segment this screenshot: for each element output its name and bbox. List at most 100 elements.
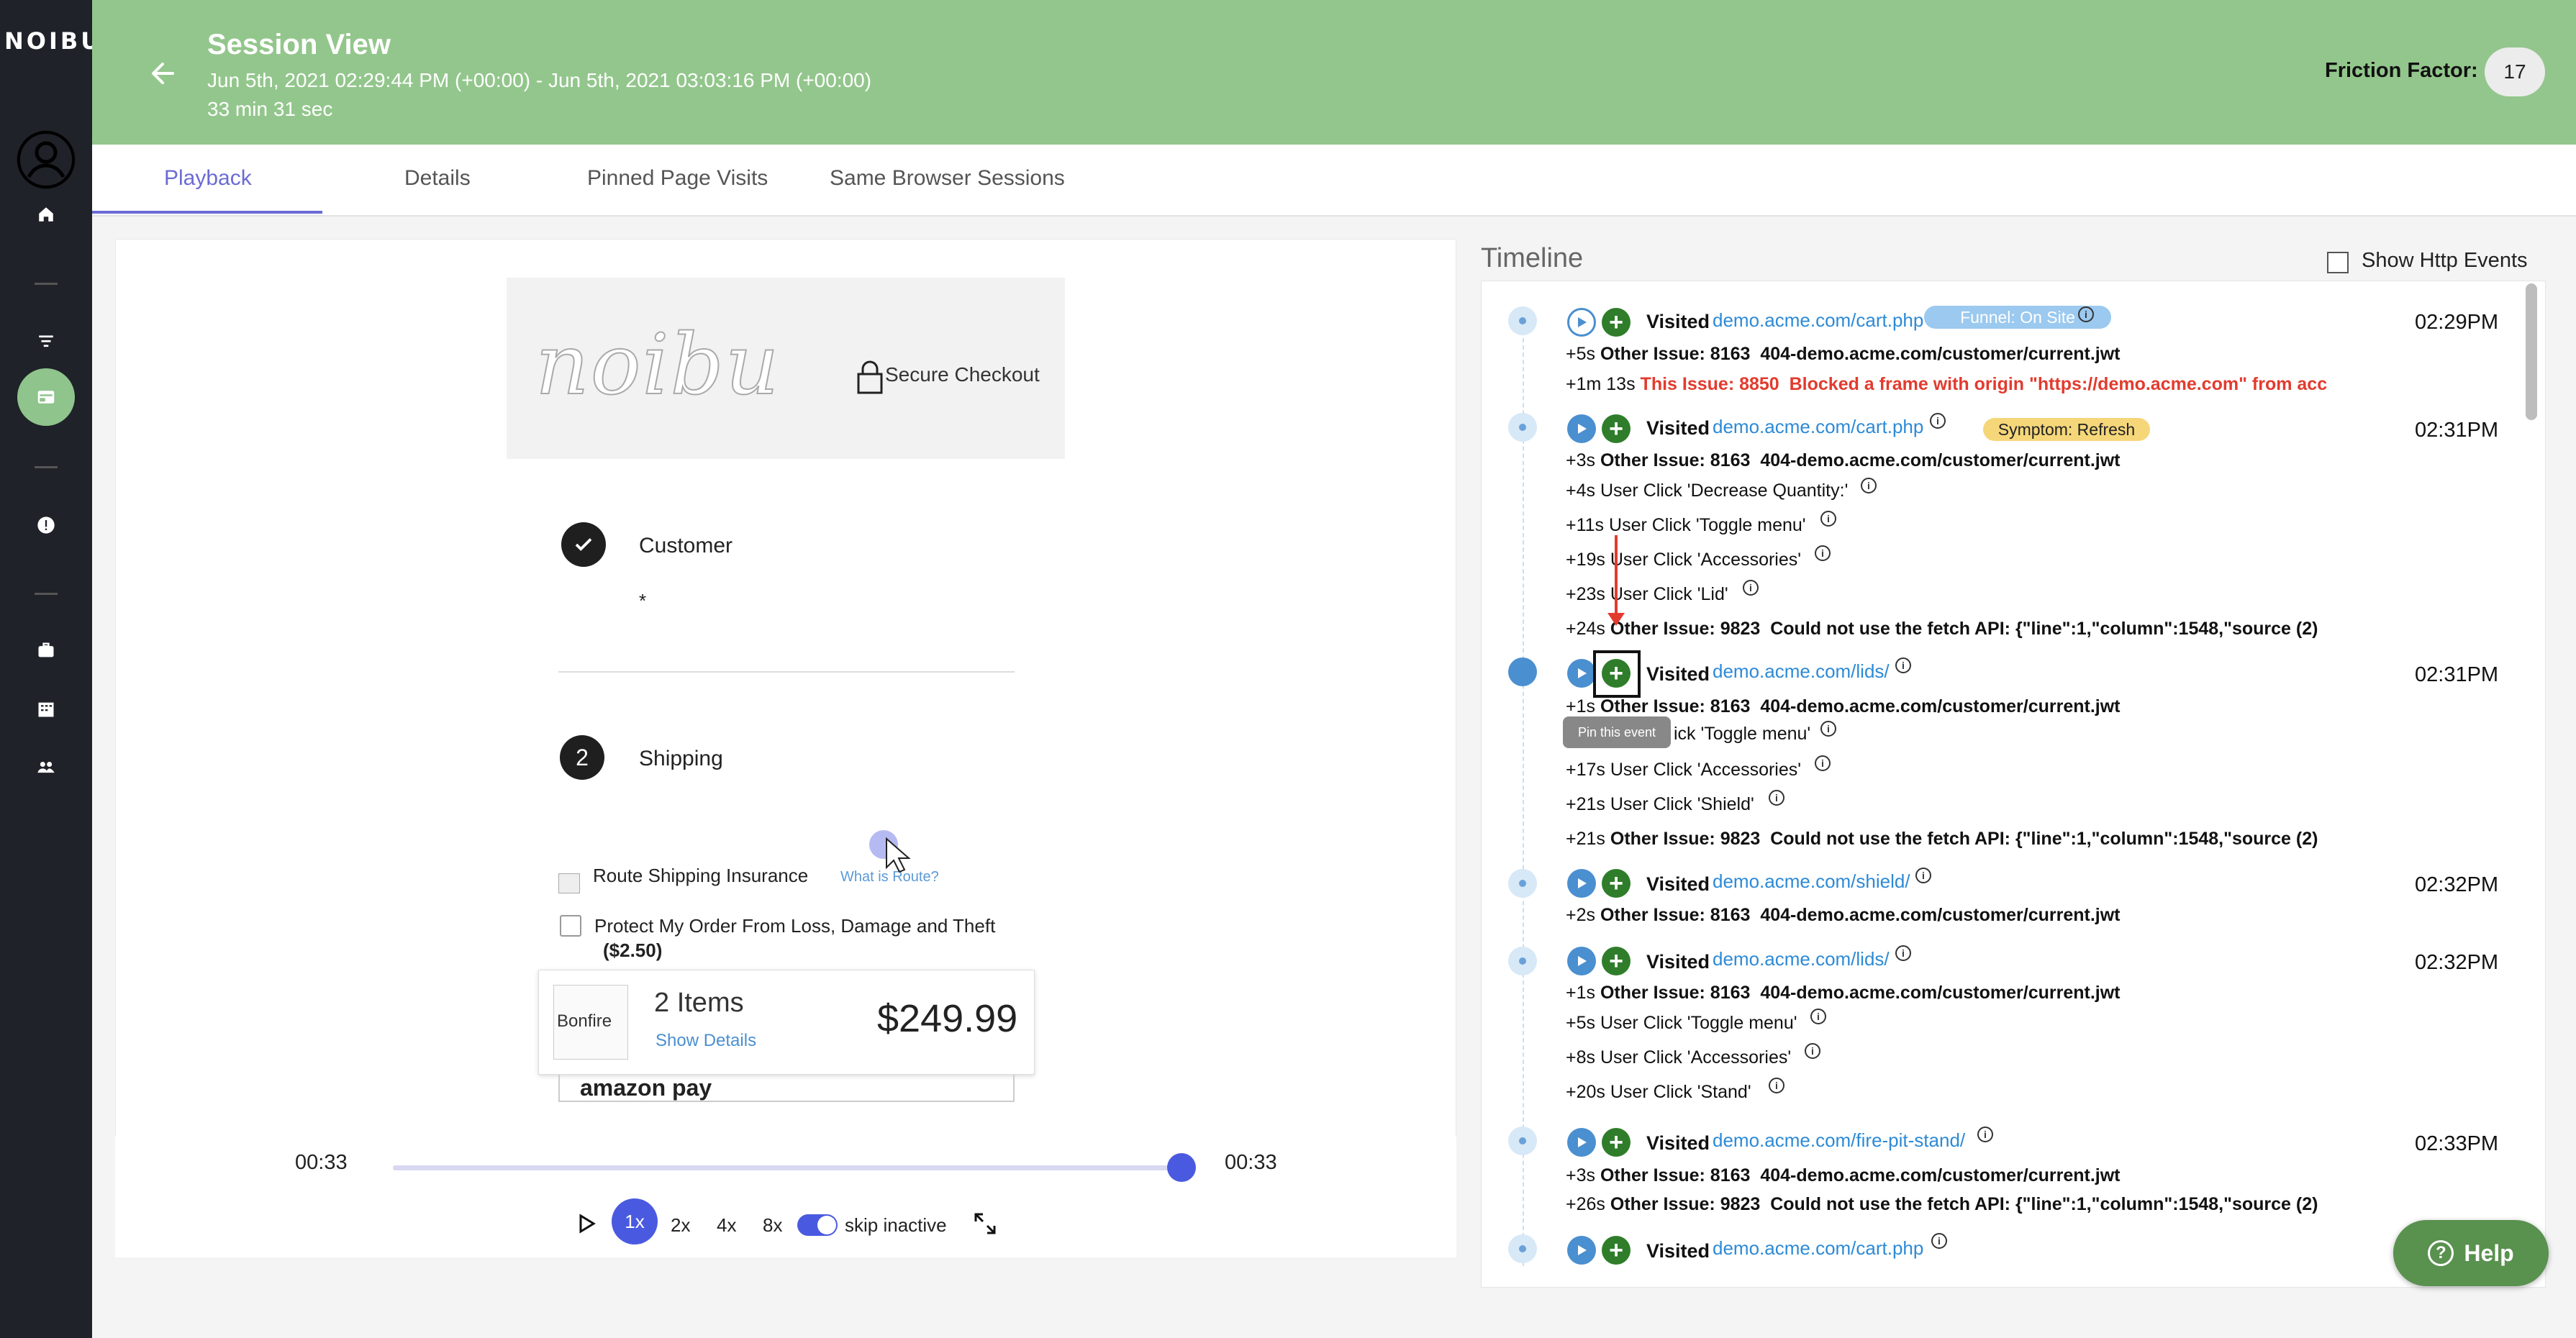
progress-track[interactable] <box>393 1153 1196 1182</box>
info-icon[interactable]: i <box>1895 945 1911 961</box>
info-icon[interactable]: i <box>1805 1043 1820 1059</box>
building-icon[interactable] <box>29 692 63 727</box>
info-icon[interactable]: i <box>2078 306 2094 322</box>
back-arrow-icon[interactable] <box>141 52 184 95</box>
home-icon[interactable] <box>29 197 63 232</box>
speed-8x-button[interactable]: 8x <box>763 1214 782 1237</box>
visited-url[interactable]: demo.acme.com/shield/ <box>1713 870 1910 893</box>
info-icon[interactable]: i <box>1977 1127 1993 1142</box>
info-icon[interactable]: i <box>1930 413 1946 429</box>
show-http-events-checkbox[interactable] <box>2327 252 2349 273</box>
event-offset: +21s <box>1566 794 1605 814</box>
event-text: User Click 'Lid' <box>1610 584 1728 604</box>
protect-order-checkbox[interactable] <box>560 915 581 937</box>
tab-playback[interactable]: Playback <box>164 166 252 191</box>
timeline-dot <box>1508 869 1537 898</box>
briefcase-icon[interactable] <box>29 633 63 668</box>
visited-url[interactable]: demo.acme.com/cart.php <box>1713 309 1923 332</box>
speed-1x-button[interactable]: 1x <box>612 1198 658 1244</box>
show-details-link[interactable]: Show Details <box>656 1031 756 1051</box>
event-row[interactable]: +2s Other Issue: 8163 404-demo.acme.com/… <box>1566 905 2120 926</box>
info-icon[interactable]: i <box>1895 657 1911 673</box>
pin-event-plus-icon[interactable]: + <box>1602 414 1631 443</box>
event-kind: Other Issue: 8163 <box>1600 983 1751 1003</box>
play-icon[interactable] <box>576 1213 597 1234</box>
info-icon[interactable]: i <box>1810 1009 1826 1024</box>
info-icon[interactable]: i <box>1931 1233 1947 1249</box>
filter-icon[interactable] <box>29 324 63 358</box>
visited-url[interactable]: demo.acme.com/fire-pit-stand/ <box>1713 1129 1965 1152</box>
event-row[interactable]: +11s User Click 'Toggle menu' <box>1566 515 1806 536</box>
event-row[interactable]: +17s User Click 'Accessories' <box>1566 760 1801 780</box>
event-row[interactable]: +26s Other Issue: 9823 Could not use the… <box>1566 1194 2318 1215</box>
info-icon[interactable]: i <box>1815 545 1831 561</box>
active-tab-indicator <box>92 211 322 214</box>
event-row[interactable]: +4s User Click 'Decrease Quantity:' <box>1566 481 1848 501</box>
pin-event-plus-icon[interactable]: + <box>1602 308 1631 337</box>
replay-play-icon[interactable] <box>1567 869 1596 898</box>
event-row[interactable]: +3s Other Issue: 8163 404-demo.acme.com/… <box>1566 1165 2120 1186</box>
event-text: Blocked a frame with origin "https://dem… <box>1789 374 2328 394</box>
event-row[interactable]: +1s Other Issue: 8163 404-demo.acme.com/… <box>1566 696 2120 717</box>
replay-play-icon[interactable] <box>1567 947 1596 975</box>
replay-play-icon[interactable] <box>1567 1128 1596 1157</box>
replay-play-icon[interactable] <box>1567 1236 1596 1265</box>
info-icon[interactable]: i <box>1915 868 1931 883</box>
timeline-title: Timeline <box>1481 243 1584 273</box>
symptom-badge: Symptom: Refresh <box>1983 418 2150 441</box>
progress-handle[interactable] <box>1167 1153 1196 1182</box>
info-icon[interactable]: i <box>1820 721 1836 737</box>
event-row[interactable]: +1s Other Issue: 8163 404-demo.acme.com/… <box>1566 983 2120 1004</box>
replay-play-icon[interactable] <box>1567 659 1596 688</box>
timeline-scrollbar[interactable] <box>2526 283 2537 420</box>
tab-details[interactable]: Details <box>404 166 471 191</box>
event-row[interactable]: +3s Other Issue: 8163 404-demo.acme.com/… <box>1566 450 2120 471</box>
cart-summary-card[interactable]: Bonfire 2 Items Show Details $249.99 <box>538 970 1035 1075</box>
event-offset: +2s <box>1566 905 1596 925</box>
user-avatar-icon[interactable] <box>12 125 81 194</box>
info-icon[interactable]: i <box>1769 1078 1784 1093</box>
visited-url[interactable]: demo.acme.com/lids/ <box>1713 660 1890 683</box>
users-icon[interactable] <box>29 750 63 784</box>
pin-event-plus-icon[interactable]: + <box>1602 947 1631 975</box>
event-row[interactable]: +1m 13s This Issue: 8850 Blocked a frame… <box>1566 374 2327 395</box>
info-icon[interactable]: i <box>1815 755 1831 771</box>
info-icon[interactable]: i <box>1769 790 1784 806</box>
alert-icon[interactable] <box>29 508 63 542</box>
event-row[interactable]: +21s User Click 'Shield' <box>1566 794 1754 815</box>
sessions-icon[interactable] <box>17 368 75 426</box>
speed-2x-button[interactable]: 2x <box>671 1214 690 1237</box>
fullscreen-icon[interactable] <box>973 1211 997 1236</box>
visited-url[interactable]: demo.acme.com/cart.php <box>1713 416 1923 438</box>
replay-play-icon[interactable] <box>1567 308 1596 337</box>
amazon-pay-button[interactable]: amazon pay <box>558 1075 1015 1102</box>
info-icon[interactable]: i <box>1743 580 1759 596</box>
replay-play-icon[interactable] <box>1567 414 1596 443</box>
event-row[interactable]: +23s User Click 'Lid' <box>1566 584 1728 605</box>
event-row[interactable]: +8s User Click 'Accessories' <box>1566 1047 1791 1068</box>
event-row[interactable]: +24s Other Issue: 9823 Could not use the… <box>1566 619 2318 640</box>
route-insurance-label: Route Shipping Insurance <box>593 865 809 886</box>
info-icon[interactable]: i <box>1820 511 1836 527</box>
pin-event-plus-icon[interactable]: + <box>1602 1236 1631 1265</box>
event-row[interactable]: +21s Other Issue: 9823 Could not use the… <box>1566 829 2318 850</box>
visited-url[interactable]: demo.acme.com/lids/ <box>1713 948 1890 970</box>
event-row[interactable]: +20s User Click 'Stand' <box>1566 1082 1751 1103</box>
event-offset: +5s <box>1566 1013 1596 1033</box>
event-row[interactable]: +5s Other Issue: 8163 404-demo.acme.com/… <box>1566 344 2120 365</box>
tab-bar: Playback Details Pinned Page Visits Same… <box>92 145 2576 217</box>
visited-url[interactable]: demo.acme.com/cart.php <box>1713 1237 1923 1260</box>
timeline-line <box>1523 309 1524 1266</box>
speed-4x-button[interactable]: 4x <box>717 1214 736 1237</box>
info-icon[interactable]: i <box>1861 478 1877 493</box>
pin-event-plus-icon[interactable]: + <box>1602 1128 1631 1157</box>
pin-event-plus-icon[interactable]: + <box>1602 869 1631 898</box>
event-row[interactable]: ick 'Toggle menu' <box>1674 724 1810 745</box>
skip-inactive-toggle[interactable] <box>797 1214 838 1236</box>
help-button[interactable]: ? Help <box>2393 1220 2549 1286</box>
visited-label: Visited <box>1646 663 1710 685</box>
event-row[interactable]: +5s User Click 'Toggle menu' <box>1566 1013 1797 1034</box>
tab-pinned-page-visits[interactable]: Pinned Page Visits <box>587 166 768 191</box>
event-row[interactable]: +19s User Click 'Accessories' <box>1566 550 1801 570</box>
tab-same-browser-sessions[interactable]: Same Browser Sessions <box>830 166 1065 191</box>
